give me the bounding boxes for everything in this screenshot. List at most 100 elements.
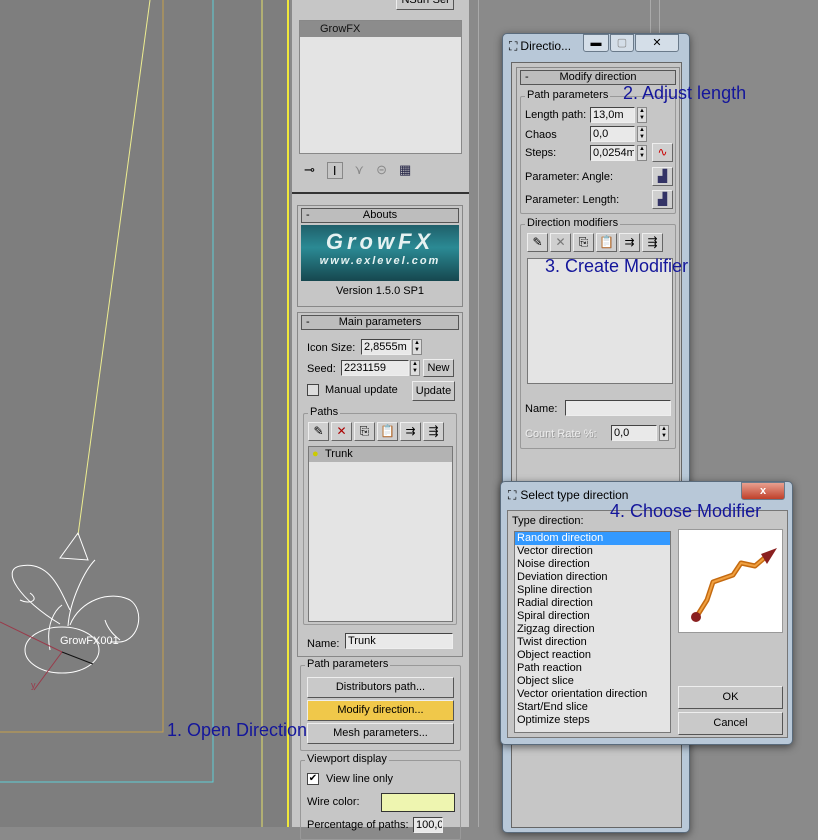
stack-toolbar: ⊸ I ⋎ ⊝ ▦	[304, 160, 459, 180]
count-rate-spinner[interactable]: ▲ ▼	[659, 425, 669, 441]
type-direction-item[interactable]: Start/End slice	[515, 701, 670, 714]
viewport-display-group: Viewport display ✔ View line only Wire c…	[300, 753, 461, 840]
type-direction-list[interactable]: Random direction Vector direction Noise di…	[514, 531, 671, 733]
angle-graph-icon[interactable]: ▟	[652, 167, 673, 186]
chaos-field[interactable]: 0,0	[590, 126, 635, 142]
type-direction-item[interactable]: Object slice	[515, 675, 670, 688]
modifier-stack[interactable]: GrowFX	[299, 20, 462, 154]
length-path-field[interactable]: 13,0m	[590, 107, 635, 123]
copy-modifier-icon[interactable]: ⎘	[573, 233, 594, 252]
type-direction-item[interactable]: Optimize steps	[515, 714, 670, 727]
modify-direction-button[interactable]: Modify direction...	[307, 700, 454, 721]
update-button[interactable]: Update	[412, 381, 455, 401]
minimize-button[interactable]: ▬	[583, 34, 609, 52]
manual-update-checkbox[interactable]	[307, 384, 319, 396]
copy-path-icon[interactable]: ⎘	[354, 422, 375, 441]
view-line-only-label: View line only	[326, 773, 394, 785]
dialog-body: Type direction: Random direction Vector d…	[507, 510, 788, 738]
wire-color-swatch[interactable]	[381, 793, 455, 812]
type-direction-item[interactable]: Path reaction	[515, 662, 670, 675]
distributors-path-button[interactable]: Distributors path...	[307, 677, 454, 698]
type-direction-item[interactable]: Noise direction	[515, 558, 670, 571]
version-label: Version 1.5.0 SP1	[335, 285, 425, 297]
create-path-icon[interactable]: ✎	[308, 422, 329, 441]
main-parameters-rollout: - Main parameters Icon Size: 2,8555m ▲ ▼ S…	[297, 312, 463, 657]
type-direction-item[interactable]: Zigzag direction	[515, 623, 670, 636]
configure-sets-icon[interactable]: ▦	[399, 162, 411, 178]
dialog-close-button[interactable]: x	[741, 482, 785, 500]
seed-label: Seed:	[307, 363, 336, 375]
count-rate-field[interactable]: 0,0	[611, 425, 657, 441]
percentage-label: Percentage of paths:	[307, 819, 409, 831]
seed-field[interactable]: 2231159	[341, 360, 409, 376]
paste-path-icon[interactable]: 📋	[377, 422, 398, 441]
steps-spinner[interactable]: ▲ ▼	[637, 145, 647, 161]
move-down-icon[interactable]: ⇶	[642, 233, 663, 252]
type-direction-item[interactable]: Object reaction	[515, 649, 670, 662]
growfx-icon-shape	[11, 531, 140, 674]
axis-y-label: y	[31, 680, 36, 690]
main-parameters-header[interactable]: - Main parameters	[301, 315, 459, 330]
annotation-step3: 3. Create Modifier	[545, 256, 689, 276]
seed-spinner[interactable]: ▲ ▼	[410, 360, 420, 376]
type-direction-item[interactable]: Spline direction	[515, 584, 670, 597]
growfx-node-icon: ⛶	[509, 39, 518, 53]
path-item-trunk[interactable]: ● Trunk	[309, 447, 452, 462]
remove-modifier-icon[interactable]: ⊝	[376, 162, 387, 178]
type-direction-item[interactable]: Vector direction	[515, 545, 670, 558]
view-line-only-checkbox[interactable]: ✔	[307, 773, 319, 785]
create-modifier-icon[interactable]: ✎	[527, 233, 548, 252]
move-down-icon[interactable]: ⇶	[423, 422, 444, 441]
paths-toolbar: ✎ ✕ ⎘ 📋 ⇉ ⇶	[308, 422, 446, 441]
chaos-spinner[interactable]: ▲ ▼	[637, 126, 647, 142]
divider	[292, 192, 469, 194]
paste-modifier-icon[interactable]: 📋	[596, 233, 617, 252]
type-direction-label: Type direction:	[512, 515, 584, 527]
type-direction-item[interactable]: Random direction	[515, 532, 670, 545]
abouts-rollout: - Abouts GrowFX www.exlevel.com Version 1…	[297, 205, 463, 307]
close-button[interactable]: ✕	[635, 34, 679, 52]
icon-size-field[interactable]: 2,8555m	[361, 339, 411, 355]
annotation-step1: 1. Open Direction	[167, 720, 308, 740]
pin-stack-icon[interactable]: ⊸	[304, 162, 315, 178]
type-direction-item[interactable]: Spiral direction	[515, 610, 670, 623]
type-direction-item[interactable]: Radial direction	[515, 597, 670, 610]
path-name-field[interactable]: Trunk	[345, 633, 453, 649]
steps-field[interactable]: 0,0254m	[590, 145, 635, 161]
length-path-spinner[interactable]: ▲ ▼	[637, 107, 647, 123]
percentage-field[interactable]: 100,0	[413, 817, 443, 833]
cancel-button[interactable]: Cancel	[678, 712, 783, 735]
type-direction-item[interactable]: Vector orientation direction	[515, 688, 670, 701]
mesh-parameters-button[interactable]: Mesh parameters...	[307, 723, 454, 744]
steps-label: Steps:	[525, 147, 557, 159]
growfx-node-icon: ⛶	[508, 488, 517, 502]
parameter-length-label: Parameter: Length:	[525, 194, 620, 206]
move-up-icon[interactable]: ⇉	[400, 422, 421, 441]
paths-list[interactable]: ● Trunk	[308, 446, 453, 622]
wire-color-label: Wire color:	[307, 796, 360, 808]
direction-window-title: ⛶ Directio...	[509, 39, 572, 53]
growfx-logo: GrowFX www.exlevel.com	[301, 225, 459, 281]
show-end-result-icon[interactable]: I	[326, 161, 343, 179]
make-unique-icon[interactable]: ⋎	[355, 162, 365, 178]
type-direction-item[interactable]: Deviation direction	[515, 571, 670, 584]
divider	[478, 0, 479, 827]
length-graph-icon[interactable]: ▟	[652, 190, 673, 209]
delete-path-icon[interactable]: ✕	[331, 422, 352, 441]
move-up-icon[interactable]: ⇉	[619, 233, 640, 252]
lightbulb-icon[interactable]: ●	[312, 447, 319, 462]
ok-button[interactable]: OK	[678, 686, 783, 709]
modifier-stack-item[interactable]: GrowFX	[300, 21, 461, 37]
steps-curve-icon[interactable]: ∿	[652, 143, 673, 162]
viewport[interactable]: y GrowFX001	[0, 0, 290, 827]
nsurf-sel-button[interactable]: NSurf Sel	[396, 0, 454, 10]
new-seed-button[interactable]: New	[423, 359, 454, 377]
modifier-name-field[interactable]	[565, 400, 671, 416]
maximize-button[interactable]: ▢	[610, 34, 634, 52]
icon-size-spinner[interactable]: ▲ ▼	[412, 339, 422, 355]
type-direction-item[interactable]: Twist direction	[515, 636, 670, 649]
abouts-header[interactable]: - Abouts	[301, 208, 459, 223]
delete-modifier-icon[interactable]: ✕	[550, 233, 571, 252]
viewport-scene: y	[0, 0, 289, 827]
manual-update-label: Manual update	[325, 384, 398, 396]
